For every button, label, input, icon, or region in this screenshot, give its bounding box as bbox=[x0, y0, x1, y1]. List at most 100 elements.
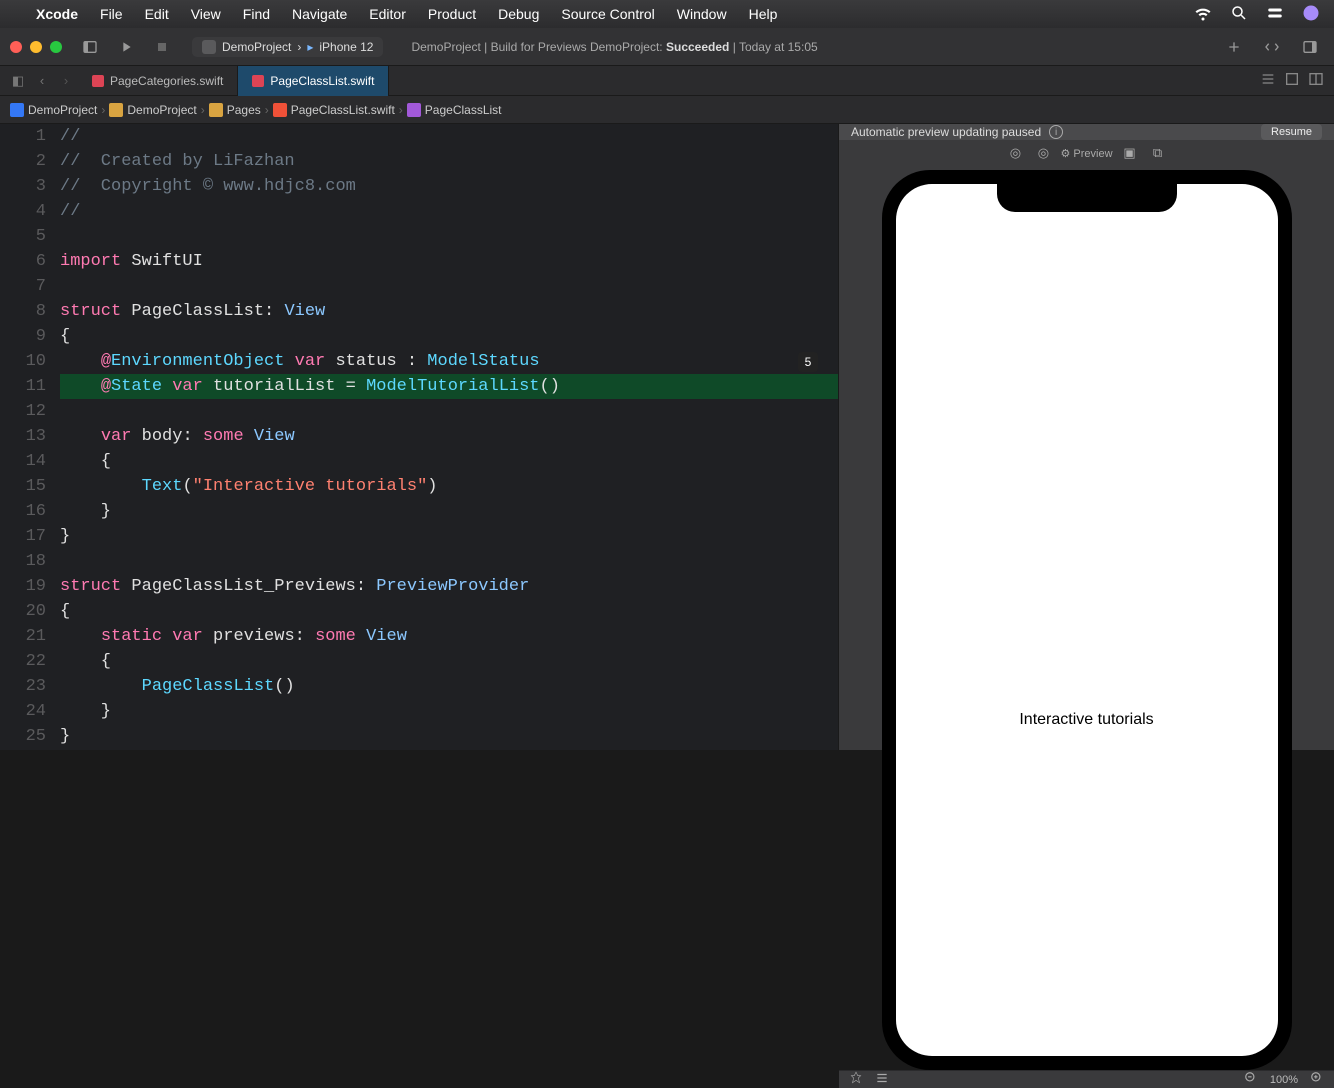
code-line[interactable]: 22 { bbox=[0, 649, 838, 674]
fullscreen-button[interactable] bbox=[50, 41, 62, 53]
stop-button[interactable] bbox=[148, 34, 176, 60]
menu-view[interactable]: View bbox=[191, 6, 221, 22]
code-line[interactable]: 13 var body: some View bbox=[0, 424, 838, 449]
toggle-navigator-button[interactable] bbox=[76, 34, 104, 60]
pause-preview-icon[interactable]: ◎ bbox=[1032, 142, 1054, 164]
issue-count-badge[interactable]: 5 bbox=[798, 352, 818, 372]
line-number: 17 bbox=[0, 524, 60, 549]
line-number: 7 bbox=[0, 274, 60, 299]
code-line[interactable]: 20{ bbox=[0, 599, 838, 624]
line-number: 23 bbox=[0, 674, 60, 699]
code-line[interactable]: 21 static var previews: some View bbox=[0, 624, 838, 649]
menu-source-control[interactable]: Source Control bbox=[561, 6, 654, 22]
app-name[interactable]: Xcode bbox=[36, 6, 78, 22]
code-line[interactable]: 15 Text("Interactive tutorials") bbox=[0, 474, 838, 499]
back-button[interactable]: ‹ bbox=[30, 69, 54, 93]
tab-pagecategories[interactable]: PageCategories.swift bbox=[78, 66, 238, 96]
menu-debug[interactable]: Debug bbox=[498, 6, 539, 22]
chevron-right-icon: › bbox=[201, 103, 205, 117]
code-line[interactable]: 16 } bbox=[0, 499, 838, 524]
code-line[interactable]: 4// bbox=[0, 199, 838, 224]
menu-navigate[interactable]: Navigate bbox=[292, 6, 347, 22]
code-line[interactable]: 9{ bbox=[0, 324, 838, 349]
jump-bar[interactable]: DemoProject › DemoProject › Pages › Page… bbox=[0, 96, 1334, 124]
add-button[interactable] bbox=[1220, 34, 1248, 60]
info-icon[interactable]: i bbox=[1049, 125, 1063, 139]
tab-bar: ◧ ‹ › PageCategories.swift PageClassList… bbox=[0, 66, 1334, 96]
breadcrumb-file[interactable]: PageClassList.swift bbox=[273, 103, 395, 117]
adjust-editor-icon[interactable] bbox=[1284, 71, 1300, 90]
code-content: @State var tutorialList = ModelTutorialL… bbox=[60, 374, 560, 399]
tab-pageclasslist[interactable]: PageClassList.swift bbox=[238, 66, 389, 96]
scheme-project: DemoProject bbox=[222, 40, 291, 54]
breadcrumb-symbol[interactable]: PageClassList bbox=[407, 103, 502, 117]
menu-edit[interactable]: Edit bbox=[145, 6, 169, 22]
breadcrumb-folder2[interactable]: Pages bbox=[209, 103, 261, 117]
line-number: 10 bbox=[0, 349, 60, 374]
line-number: 8 bbox=[0, 299, 60, 324]
code-line[interactable]: 6import SwiftUI bbox=[0, 249, 838, 274]
user-icon[interactable] bbox=[1302, 4, 1320, 25]
code-line[interactable]: 18 bbox=[0, 549, 838, 574]
status-time: | Today at 15:05 bbox=[733, 40, 818, 54]
code-line[interactable]: 23 PageClassList() bbox=[0, 674, 838, 699]
live-preview-icon[interactable]: ◎ bbox=[1004, 142, 1026, 164]
resume-button[interactable]: Resume bbox=[1261, 124, 1322, 140]
build-status: DemoProject | Build for Previews DemoPro… bbox=[411, 40, 817, 54]
menu-editor[interactable]: Editor bbox=[369, 6, 406, 22]
wifi-icon[interactable] bbox=[1194, 4, 1212, 25]
toggle-inspector-button[interactable] bbox=[1296, 34, 1324, 60]
spotlight-icon[interactable] bbox=[1230, 4, 1248, 25]
minimize-button[interactable] bbox=[30, 41, 42, 53]
struct-icon bbox=[407, 103, 421, 117]
code-line[interactable]: 8struct PageClassList: View bbox=[0, 299, 838, 324]
line-number: 15 bbox=[0, 474, 60, 499]
list-icon[interactable] bbox=[875, 1071, 889, 1088]
code-content: { bbox=[60, 599, 70, 624]
breadcrumb-folder1[interactable]: DemoProject bbox=[109, 103, 196, 117]
code-line[interactable]: 19struct PageClassList_Previews: Preview… bbox=[0, 574, 838, 599]
code-line[interactable]: 5 bbox=[0, 224, 838, 249]
scheme-selector[interactable]: DemoProject › ▸ iPhone 12 bbox=[192, 37, 383, 57]
breadcrumb-project[interactable]: DemoProject bbox=[10, 103, 97, 117]
zoom-in-icon[interactable] bbox=[1310, 1071, 1324, 1088]
menu-window[interactable]: Window bbox=[677, 6, 727, 22]
duplicate-icon[interactable]: ⧉ bbox=[1147, 142, 1169, 164]
crumb-label: DemoProject bbox=[28, 103, 97, 117]
code-line[interactable]: 17} bbox=[0, 524, 838, 549]
line-number: 19 bbox=[0, 574, 60, 599]
control-center-icon[interactable] bbox=[1266, 4, 1284, 25]
code-content: { bbox=[60, 324, 70, 349]
code-line[interactable]: 7 bbox=[0, 274, 838, 299]
add-editor-icon[interactable] bbox=[1308, 71, 1324, 90]
preview-canvas: ◎ ◎ ⚙ Preview ▣ ⧉ Interactive tutorials bbox=[839, 140, 1334, 1070]
code-line[interactable]: 10 @EnvironmentObject var status : Model… bbox=[0, 349, 838, 374]
close-button[interactable] bbox=[10, 41, 22, 53]
code-line[interactable]: 25} bbox=[0, 724, 838, 749]
code-editor[interactable]: 5 1//2// Created by LiFazhan3// Copyright… bbox=[0, 124, 838, 750]
code-line[interactable]: 1// bbox=[0, 124, 838, 149]
preview-device-label[interactable]: ⚙ Preview bbox=[1060, 147, 1112, 160]
menu-help[interactable]: Help bbox=[749, 6, 778, 22]
chevron-right-icon: › bbox=[265, 103, 269, 117]
editor-options-icon[interactable] bbox=[1260, 71, 1276, 90]
code-line[interactable]: 24 } bbox=[0, 699, 838, 724]
xcode-window: DemoProject › ▸ iPhone 12 DemoProject | … bbox=[0, 28, 1334, 750]
code-line[interactable]: 2// Created by LiFazhan bbox=[0, 149, 838, 174]
review-button[interactable] bbox=[1258, 34, 1286, 60]
code-line[interactable]: 3// Copyright © www.hdjc8.com bbox=[0, 174, 838, 199]
menu-product[interactable]: Product bbox=[428, 6, 476, 22]
crumb-label: DemoProject bbox=[127, 103, 196, 117]
menu-find[interactable]: Find bbox=[243, 6, 270, 22]
code-line[interactable]: 14 { bbox=[0, 449, 838, 474]
forward-button[interactable]: › bbox=[54, 69, 78, 93]
related-items-button[interactable]: ◧ bbox=[6, 69, 30, 93]
run-button[interactable] bbox=[112, 34, 140, 60]
code-line[interactable]: 11 @State var tutorialList = ModelTutori… bbox=[0, 374, 838, 399]
pin-icon[interactable] bbox=[849, 1071, 863, 1088]
tab-label: PageClassList.swift bbox=[270, 74, 374, 88]
menu-file[interactable]: File bbox=[100, 6, 123, 22]
code-line[interactable]: 12 bbox=[0, 399, 838, 424]
inspect-icon[interactable]: ▣ bbox=[1119, 142, 1141, 164]
zoom-out-icon[interactable] bbox=[1244, 1071, 1258, 1088]
